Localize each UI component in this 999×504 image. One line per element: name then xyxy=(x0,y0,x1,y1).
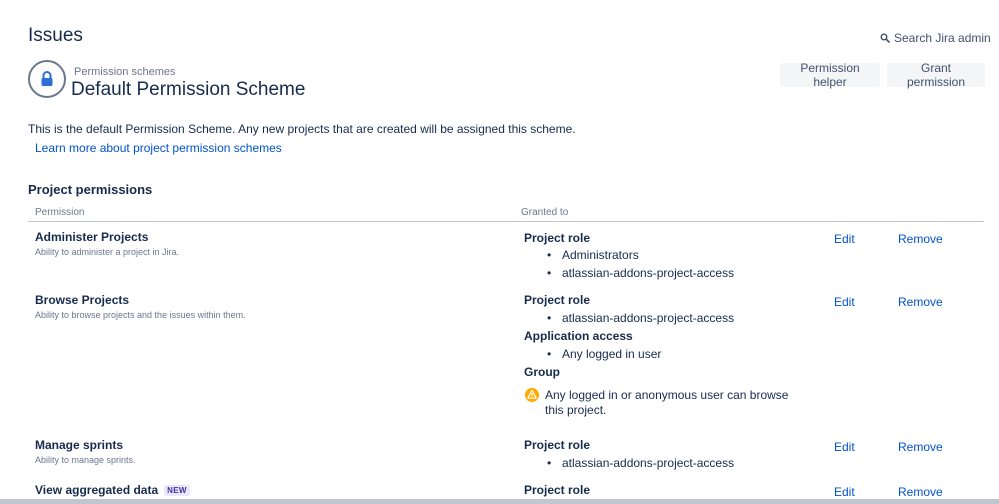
grant-type-label: Application access xyxy=(524,329,633,343)
edit-link[interactable]: Edit xyxy=(834,232,855,246)
app-title: Issues xyxy=(28,25,83,46)
edit-link[interactable]: Edit xyxy=(834,440,855,454)
header-divider xyxy=(28,221,984,222)
remove-link[interactable]: Remove xyxy=(898,485,943,499)
grant-type-label: Project role xyxy=(524,293,591,307)
permission-name: Browse Projects xyxy=(35,293,130,307)
permission-helper-button[interactable]: Permission helper xyxy=(780,61,880,89)
grant-type-label: Project role xyxy=(524,231,591,245)
remove-link[interactable]: Remove xyxy=(898,440,943,454)
lock-icon xyxy=(41,71,53,86)
grant-item: atlassian-addons-project-access xyxy=(547,311,734,325)
remove-link[interactable]: Remove xyxy=(898,295,943,309)
horizontal-scrollbar[interactable] xyxy=(0,499,999,504)
permission-name: Manage sprints xyxy=(35,438,124,452)
permission-description: Ability to administer a project in Jira. xyxy=(35,247,180,257)
edit-link[interactable]: Edit xyxy=(834,295,855,309)
grant-type-label: Project role xyxy=(524,438,591,452)
scheme-description: This is the default Permission Scheme. A… xyxy=(28,122,576,136)
column-header-granted-to: Granted to xyxy=(521,207,569,218)
grant-permission-button[interactable]: Grant permission xyxy=(887,61,985,89)
grant-item: Administrators xyxy=(547,248,639,262)
permission-description: Ability to browse projects and the issue… xyxy=(35,310,246,320)
column-header-permission: Permission xyxy=(35,207,85,218)
grant-item: Any logged in user xyxy=(547,347,661,361)
section-title: Project permissions xyxy=(28,182,153,197)
new-badge: NEW xyxy=(164,484,190,496)
permission-name-with-badge: View aggregated data NEW xyxy=(35,483,190,497)
grant-type-label: Group xyxy=(524,365,560,379)
grant-type-label: Project role xyxy=(524,483,591,497)
permission-name: View aggregated data xyxy=(35,483,159,497)
grant-item: atlassian-addons-project-access xyxy=(547,456,734,470)
permission-name: Administer Projects xyxy=(35,230,149,244)
learn-more-link[interactable]: Learn more about project permission sche… xyxy=(35,141,282,155)
warning-message: Any logged in or anonymous user can brow… xyxy=(545,388,789,417)
breadcrumb[interactable]: Permission schemes xyxy=(74,66,175,78)
search-icon xyxy=(880,33,890,43)
grant-item: atlassian-addons-project-access xyxy=(547,266,734,280)
remove-link[interactable]: Remove xyxy=(898,232,943,246)
edit-link[interactable]: Edit xyxy=(834,485,855,499)
warning-icon xyxy=(525,388,539,402)
permission-description: Ability to manage sprints. xyxy=(35,455,136,465)
search-jira-admin-link[interactable]: Search Jira admin xyxy=(880,31,991,45)
page-title: Default Permission Scheme xyxy=(71,79,306,100)
scheme-avatar xyxy=(28,60,66,98)
search-label: Search Jira admin xyxy=(894,31,991,45)
